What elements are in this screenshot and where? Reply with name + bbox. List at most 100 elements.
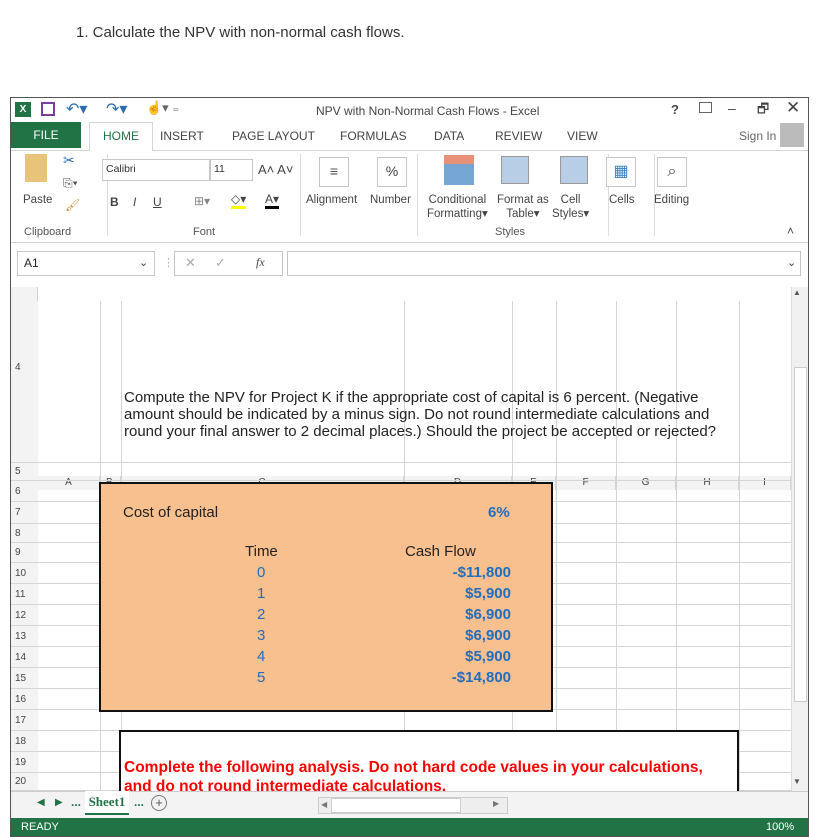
expand-formula-icon[interactable]: ⌄	[787, 256, 796, 269]
tab-page-layout[interactable]: PAGE LAYOUT	[232, 129, 315, 143]
label: Cell	[560, 194, 581, 206]
horizontal-scrollbar[interactable]: ◀	[318, 797, 508, 814]
cash-flow-value: $5,900	[465, 585, 511, 602]
save-icon[interactable]	[41, 102, 55, 116]
paste-icon[interactable]	[25, 154, 47, 182]
collapse-ribbon-icon[interactable]: ˄	[787, 224, 794, 238]
name-box[interactable]: A1	[17, 251, 155, 276]
format-as-table-icon[interactable]	[501, 156, 529, 184]
tab-home[interactable]: HOME	[89, 122, 153, 151]
close-icon[interactable]: ✕	[786, 98, 800, 118]
cell-styles-button[interactable]: Cell Styles▾	[552, 193, 589, 221]
scroll-up-icon[interactable]: ▲	[793, 288, 801, 297]
font-color-icon[interactable]: A▾	[265, 192, 280, 209]
excel-logo-icon: X	[15, 102, 31, 117]
group-styles: Styles	[495, 226, 525, 238]
bold-button[interactable]: B	[110, 195, 119, 209]
paste-button[interactable]: Paste	[23, 194, 52, 206]
h-scroll-thumb[interactable]	[331, 798, 461, 813]
cells-button[interactable]: Cells	[609, 194, 635, 206]
editing-button[interactable]: Editing	[654, 194, 689, 206]
scroll-thumb[interactable]	[794, 367, 807, 702]
insert-function-icon[interactable]: fx	[256, 255, 265, 270]
enter-icon[interactable]: ✓	[215, 255, 226, 271]
row-header-4[interactable]: 4	[11, 301, 38, 463]
avatar[interactable]	[780, 123, 804, 147]
tab-insert[interactable]: INSERT	[160, 129, 204, 143]
zoom-level[interactable]: 100%	[766, 821, 794, 833]
alignment-icon[interactable]: ≡	[319, 157, 349, 187]
percent-icon[interactable]: %	[377, 157, 407, 187]
row-header-9[interactable]: 9	[11, 543, 38, 563]
tab-data[interactable]: DATA	[434, 129, 464, 143]
underline-button[interactable]: U	[153, 195, 162, 209]
add-sheet-icon[interactable]: +	[151, 795, 167, 811]
row-header-6[interactable]: 6	[11, 481, 38, 502]
column-header-a[interactable]: A	[38, 476, 100, 490]
worksheet-grid[interactable]: A B C D E F G H I ▲ ▼ 456789101112131415…	[11, 287, 808, 800]
row-header-12[interactable]: 12	[11, 605, 38, 626]
help-icon[interactable]: ?	[671, 102, 679, 117]
row-header-17[interactable]: 17	[11, 710, 38, 731]
column-header-i[interactable]: I	[739, 476, 791, 490]
copy-icon[interactable]: ⎘▾	[63, 176, 78, 191]
sheet-ellipsis-left[interactable]: ...	[71, 795, 81, 809]
select-all-button[interactable]	[11, 287, 38, 301]
sign-in-link[interactable]: Sign In	[739, 129, 776, 143]
sheet-tab-sheet1[interactable]: Sheet1	[85, 791, 129, 815]
scroll-down-icon[interactable]: ▼	[793, 777, 801, 786]
row-header-8[interactable]: 8	[11, 524, 38, 543]
tab-formulas[interactable]: FORMULAS	[340, 129, 407, 143]
prev-sheet-icon[interactable]: ◀	[37, 797, 45, 808]
label: Conditional	[428, 194, 487, 206]
column-header-h[interactable]: H	[676, 476, 739, 490]
scroll-left-icon[interactable]: ◀	[321, 800, 327, 809]
row-header-13[interactable]: 13	[11, 626, 38, 647]
row-header-14[interactable]: 14	[11, 647, 38, 668]
borders-icon[interactable]: ⊞▾	[194, 194, 210, 208]
minimize-icon[interactable]: –	[728, 100, 736, 116]
cell-styles-icon[interactable]	[560, 156, 588, 184]
row-header-10[interactable]: 10	[11, 563, 38, 584]
row-header-7[interactable]: 7	[11, 502, 38, 524]
font-size-select[interactable]: 11	[210, 159, 253, 181]
fill-color-icon[interactable]: ◇▾	[231, 192, 247, 209]
name-box-dropdown-icon[interactable]: ⌄	[139, 256, 148, 269]
find-icon[interactable]: ⌕	[657, 157, 687, 187]
ribbon-display-icon[interactable]	[699, 102, 712, 113]
vertical-scrollbar[interactable]: ▲ ▼	[791, 287, 808, 791]
cut-icon[interactable]: ✂	[63, 152, 75, 169]
touch-mode-icon[interactable]: ☝▾ ₌	[146, 100, 179, 116]
row-header-18[interactable]: 18	[11, 731, 38, 752]
format-painter-icon[interactable]: 🖌	[65, 198, 80, 212]
restore-icon[interactable]: 🗗	[757, 100, 769, 122]
scroll-right-icon[interactable]: ▶	[493, 799, 499, 808]
grow-font-icon[interactable]: A˄ A˅	[258, 162, 293, 177]
format-as-table-button[interactable]: Format as Table▾	[497, 193, 549, 221]
tab-file[interactable]: FILE	[11, 122, 81, 148]
formula-input[interactable]	[287, 251, 801, 276]
row-header-15[interactable]: 15	[11, 668, 38, 689]
conditional-formatting-button[interactable]: Conditional Formatting▾	[427, 193, 488, 221]
sheet-ellipsis-right[interactable]: ...	[134, 795, 144, 809]
undo-icon[interactable]: ↶▾	[66, 99, 87, 119]
number-button[interactable]: Number	[370, 194, 411, 206]
redo-icon[interactable]: ↷▾	[106, 99, 127, 119]
alignment-button[interactable]: Alignment	[306, 194, 357, 206]
tab-review[interactable]: REVIEW	[495, 129, 542, 143]
font-name-select[interactable]: Calibri	[102, 159, 210, 181]
row-header-20[interactable]: 20	[11, 773, 38, 791]
cancel-icon[interactable]: ✕	[185, 255, 196, 271]
conditional-formatting-icon[interactable]	[444, 155, 474, 185]
column-header-g[interactable]: G	[616, 476, 676, 490]
row-header-16[interactable]: 16	[11, 689, 38, 710]
row-header-11[interactable]: 11	[11, 584, 38, 605]
row-header-5[interactable]: 5	[11, 463, 38, 481]
tab-view[interactable]: VIEW	[567, 129, 598, 143]
column-header-f[interactable]: F	[556, 476, 616, 490]
time-value: 4	[257, 648, 266, 665]
row-header-19[interactable]: 19	[11, 752, 38, 773]
cells-icon[interactable]: ▦	[606, 157, 636, 187]
italic-button[interactable]: I	[133, 195, 136, 209]
next-sheet-icon[interactable]: ▶	[55, 797, 63, 808]
